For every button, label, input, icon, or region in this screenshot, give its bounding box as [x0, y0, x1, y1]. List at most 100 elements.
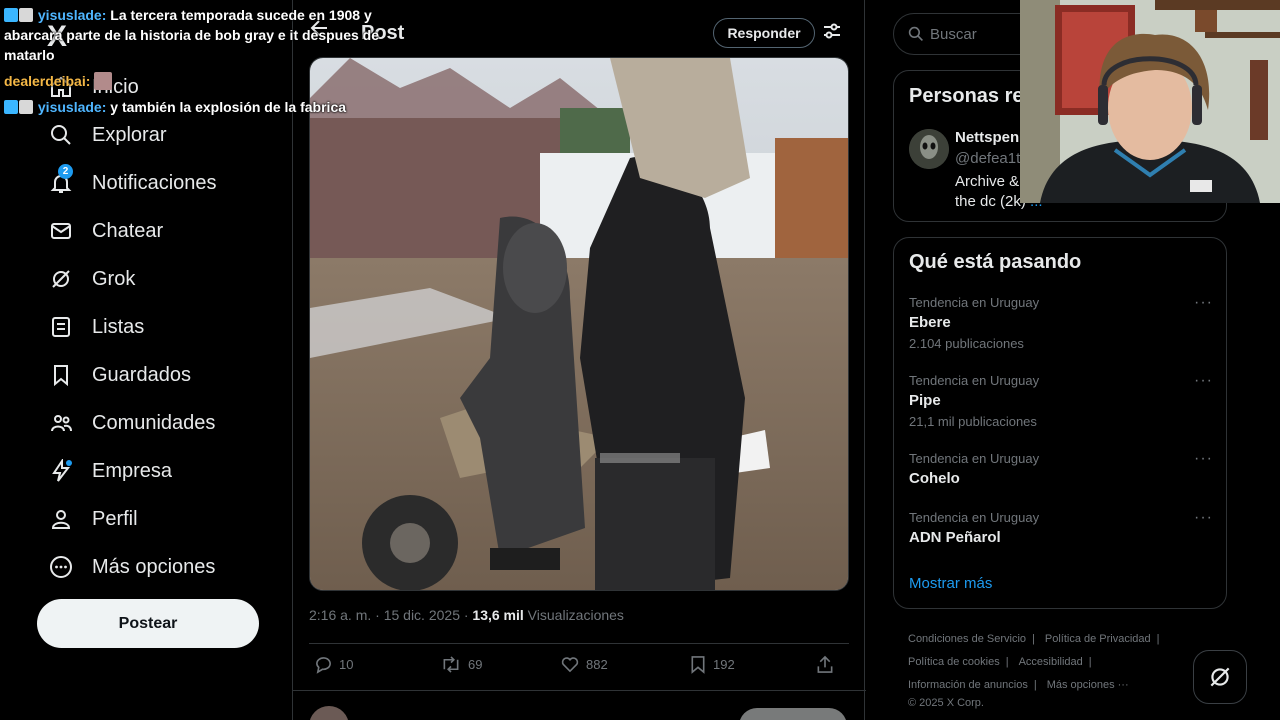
bell-icon: 2	[48, 164, 74, 196]
trend-count: 2.104 publicaciones	[909, 336, 1024, 351]
grok-icon	[48, 266, 74, 292]
nav-item-communities[interactable]: Comunidades	[36, 401, 227, 445]
reply-icon	[316, 657, 331, 674]
chat-username: yisuslade:	[37, 99, 107, 115]
trend-context: Tendencia en Uruguay	[909, 510, 1040, 525]
reply-action[interactable]: 10	[314, 655, 353, 674]
trend-name: Ebere	[909, 314, 951, 331]
card-title: Personas re	[909, 85, 1024, 107]
bio-text: the dc (2k)	[955, 193, 1026, 210]
mail-icon	[48, 218, 74, 244]
nav-item-label: Grok	[92, 267, 136, 290]
nav-item-label: Notificaciones	[92, 171, 217, 194]
show-more-link[interactable]: Mostrar más	[909, 575, 992, 592]
stream-chat-overlay: yisuslade: La tercera temporada sucede e…	[4, 5, 404, 123]
card-title: Qué está pasando	[909, 251, 1082, 273]
notification-badge: 2	[58, 164, 73, 179]
chat-emote-icon	[94, 72, 113, 90]
repost-action[interactable]: 69	[440, 655, 482, 674]
more-dots-icon[interactable]: ···	[1194, 294, 1213, 312]
views-label: Visualizaciones	[523, 607, 624, 623]
divider	[309, 643, 849, 644]
chat-text: y también la explosión de la fabrica	[110, 99, 347, 115]
person-icon	[48, 506, 74, 532]
chat-badge-icon	[19, 100, 33, 114]
post-timestamp[interactable]: 2:16 a. m. · 15 dic. 2025 ·	[309, 607, 472, 623]
nav-item-label: Chatear	[92, 219, 164, 242]
trend-count: 21,1 mil publicaciones	[909, 414, 1037, 429]
chat-badge-icon	[4, 100, 18, 114]
trend-item[interactable]: Tendencia en Uruguay ADN Peñarol	[909, 510, 1209, 546]
repost-count: 69	[468, 657, 483, 672]
nav-item-label: Comunidades	[92, 411, 216, 434]
trend-name: Cohelo	[909, 470, 960, 487]
footer-link[interactable]: Más opciones ···	[1047, 679, 1129, 691]
chat-message: yisuslade: La tercera temporada sucede e…	[4, 5, 404, 65]
bookmark-count: 192	[713, 657, 735, 672]
views-count: 13,6 mil	[472, 607, 524, 623]
nav-item-label: Explorar	[92, 123, 167, 146]
nav-item-lists[interactable]: Listas	[36, 305, 156, 349]
nav-item-label: Empresa	[92, 459, 173, 482]
trend-item[interactable]: Tendencia en Uruguay Cohelo	[909, 451, 1209, 487]
bookmark-action[interactable]: 192	[689, 655, 735, 674]
like-count: 882	[586, 657, 608, 672]
footer-link[interactable]: Política de cookies	[908, 656, 1000, 668]
reply-submit-button[interactable]	[739, 708, 847, 720]
more-dots-icon[interactable]: ···	[1194, 450, 1213, 468]
nav-item-bookmarks[interactable]: Guardados	[36, 353, 203, 397]
nav-item-more[interactable]: Más opciones	[36, 545, 227, 589]
chat-badge-icon	[4, 8, 18, 22]
footer-link[interactable]: Condiciones de Servicio	[908, 633, 1026, 645]
webcam-overlay	[1020, 0, 1280, 203]
nav-item-chat[interactable]: Chatear	[36, 209, 175, 253]
chat-message: dealerdeibai:	[4, 71, 404, 91]
share-icon	[817, 655, 833, 673]
chat-badge-icon	[19, 8, 33, 22]
nav-item-profile[interactable]: Perfil	[36, 497, 150, 541]
avatar[interactable]	[909, 129, 949, 169]
trend-context: Tendencia en Uruguay	[909, 451, 1040, 466]
trend-context: Tendencia en Uruguay	[909, 295, 1040, 310]
more-dots-icon[interactable]: ···	[1194, 509, 1213, 527]
more-dots-icon[interactable]: ···	[1194, 372, 1213, 390]
avatar	[309, 706, 349, 720]
footer-link[interactable]: Información de anuncios	[908, 679, 1028, 691]
nav-item-notifications[interactable]: 2 Notificaciones	[36, 161, 229, 205]
post-image[interactable]	[309, 57, 849, 591]
share-action[interactable]	[815, 655, 841, 674]
reply-button[interactable]: Responder	[713, 18, 815, 48]
search-placeholder: Buscar	[930, 25, 977, 43]
more-circle-icon	[48, 554, 74, 580]
nav-item-label: Perfil	[92, 507, 138, 530]
footer-links: Condiciones de Servicio | Política de Priv…	[908, 628, 1208, 715]
nav-item-business[interactable]: Empresa	[36, 449, 184, 493]
like-action[interactable]: 882	[560, 655, 608, 674]
grok-floating-button[interactable]	[1193, 650, 1247, 704]
trend-item[interactable]: Tendencia en Uruguay Pipe 21,1 mil publi…	[909, 373, 1209, 429]
search-icon	[908, 26, 923, 41]
trends-card: Qué está pasando Tendencia en Uruguay Eb…	[893, 237, 1227, 609]
footer-link[interactable]: Accesibilidad	[1019, 656, 1083, 668]
nav-item-label: Guardados	[92, 363, 191, 386]
post-button[interactable]: Postear	[37, 599, 259, 648]
follow-suggestion-handle: @defea1t	[955, 150, 1021, 167]
grok-icon	[1210, 667, 1230, 687]
sliders-icon[interactable]	[823, 22, 841, 45]
bookmark-icon	[691, 656, 705, 674]
list-icon	[48, 314, 74, 340]
trend-name: Pipe	[909, 392, 941, 409]
chat-message: yisuslade: y también la explosión de la …	[4, 97, 404, 117]
follow-suggestion-name[interactable]: Nettspen	[955, 129, 1019, 146]
bookmark-icon	[48, 362, 74, 388]
post-actions: 10 69 882 192	[309, 655, 849, 679]
people-icon	[48, 410, 74, 436]
trend-name: ADN Peñarol	[909, 529, 1001, 546]
nav-item-grok[interactable]: Grok	[36, 257, 147, 301]
nav-item-label: Más opciones	[92, 555, 216, 578]
chat-username: dealerdeibai:	[4, 73, 91, 89]
lightning-icon	[48, 458, 74, 484]
trend-item[interactable]: Tendencia en Uruguay Ebere 2.104 publica…	[909, 295, 1209, 351]
repost-icon	[443, 656, 459, 673]
footer-link[interactable]: Política de Privacidad	[1045, 633, 1151, 645]
